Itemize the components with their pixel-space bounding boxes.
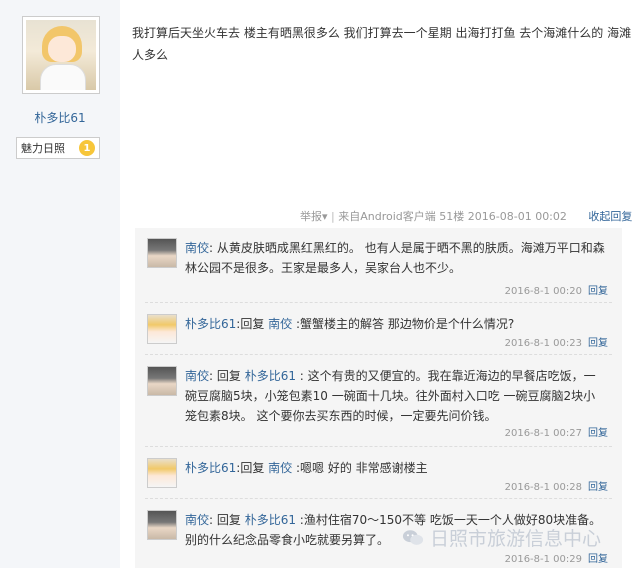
reply-text: 南佼: 从黄皮肤晒成黑红黑红的。 也有人是属于晒不黑的肤质。海滩万平口和森林公园… bbox=[185, 238, 607, 278]
reply-content: :嗯嗯 好的 非常感谢楼主 bbox=[292, 461, 428, 475]
reply-author-link[interactable]: 朴多比61 bbox=[185, 317, 236, 331]
reply-avatar[interactable] bbox=[147, 238, 177, 268]
reply-author-link[interactable]: 南佼 bbox=[185, 369, 209, 383]
reply-avatar[interactable] bbox=[147, 458, 177, 488]
reply-meta: 2016-8-1 00:28 回复 bbox=[505, 478, 608, 493]
reply-target-link[interactable]: 朴多比61 bbox=[245, 369, 296, 383]
reply-prefix: :回复 bbox=[236, 461, 269, 475]
reply-target-link[interactable]: 南佼 bbox=[268, 461, 292, 475]
reply-avatar[interactable] bbox=[147, 314, 177, 344]
reply-avatar[interactable] bbox=[147, 366, 177, 396]
reply-timestamp: 2016-8-1 00:23 bbox=[504, 338, 582, 349]
reply-prefix: :回复 bbox=[236, 317, 269, 331]
reply-text: 朴多比61:回复 南佼 :蟹蟹楼主的解答 那边物价是个什么情况? bbox=[185, 314, 607, 334]
rank-box: 魅力日照 1 bbox=[16, 137, 100, 159]
reply-target-link[interactable]: 朴多比61 bbox=[245, 513, 296, 527]
reply-divider bbox=[145, 354, 612, 355]
wechat-icon bbox=[402, 529, 424, 545]
reply-prefix: : 回复 bbox=[209, 513, 245, 527]
reply-content: :蟹蟹楼主的解答 那边物价是个什么情况? bbox=[292, 317, 515, 331]
avatar-image bbox=[26, 20, 96, 90]
reply-button[interactable]: 回复 bbox=[588, 482, 608, 493]
reply-timestamp: 2016-8-1 00:20 bbox=[504, 286, 582, 297]
reply-button[interactable]: 回复 bbox=[588, 286, 608, 297]
author-username[interactable]: 朴多比61 bbox=[0, 109, 120, 126]
reply-meta: 2016-8-1 00:20 回复 bbox=[505, 282, 608, 297]
reply-prefix: : 回复 bbox=[209, 369, 245, 383]
reply-item: 南佼: 回复 朴多比61 : 这个有贵的又便宜的。我在靠近海边的早餐店吃饭，一碗… bbox=[135, 356, 622, 444]
report-arrow-icon: ▾ bbox=[322, 210, 328, 223]
reply-button[interactable]: 回复 bbox=[588, 428, 608, 439]
post-content: 我打算后天坐火车去 楼主有晒黑很多么 我们打算去一个星期 出海打打鱼 去个海滩什… bbox=[132, 26, 632, 62]
reply-meta: 2016-8-1 00:23 回复 bbox=[505, 334, 608, 349]
reply-button[interactable]: 回复 bbox=[588, 554, 608, 565]
reply-meta: 2016-8-1 00:27 回复 bbox=[505, 424, 608, 439]
reply-divider bbox=[145, 446, 612, 447]
reply-item: 朴多比61:回复 南佼 :嗯嗯 好的 非常感谢楼主 2016-8-1 00:28… bbox=[135, 448, 622, 496]
post-timestamp: 2016-08-01 00:02 bbox=[467, 210, 567, 223]
rank-label: 魅力日照 bbox=[21, 142, 65, 155]
post-meta: 举报▾ | 来自Android客户端 51楼 2016-08-01 00:02 … bbox=[300, 208, 632, 224]
watermark: 日照市旅游信息中心 bbox=[402, 524, 601, 551]
reply-timestamp: 2016-8-1 00:28 bbox=[504, 482, 582, 493]
reply-target-link[interactable]: 南佼 bbox=[268, 317, 292, 331]
author-avatar[interactable] bbox=[22, 16, 100, 94]
reply-author-link[interactable]: 南佼 bbox=[185, 513, 209, 527]
collapse-reply-button[interactable]: 收起回复 bbox=[588, 210, 632, 223]
client-source: 来自Android客户端 bbox=[338, 210, 436, 223]
rank-badge-icon: 1 bbox=[79, 140, 95, 156]
watermark-text: 日照市旅游信息中心 bbox=[430, 528, 602, 550]
reply-text: 朴多比61:回复 南佼 :嗯嗯 好的 非常感谢楼主 bbox=[185, 458, 607, 478]
user-sidebar: 朴多比61 魅力日照 1 bbox=[0, 0, 120, 568]
reply-meta: 2016-8-1 00:29 回复 bbox=[505, 550, 608, 565]
reply-author-link[interactable]: 南佼 bbox=[185, 241, 209, 255]
reply-item: 南佼: 从黄皮肤晒成黑红黑红的。 也有人是属于晒不黑的肤质。海滩万平口和森林公园… bbox=[135, 228, 622, 297]
report-link[interactable]: 举报 bbox=[300, 210, 322, 223]
reply-avatar[interactable] bbox=[147, 510, 177, 540]
reply-text: 南佼: 回复 朴多比61 : 这个有贵的又便宜的。我在靠近海边的早餐店吃饭，一碗… bbox=[185, 366, 607, 426]
reply-divider bbox=[145, 498, 612, 499]
reply-content: : 从黄皮肤晒成黑红黑红的。 也有人是属于晒不黑的肤质。海滩万平口和森林公园不是… bbox=[185, 241, 605, 275]
reply-item: 朴多比61:回复 南佼 :蟹蟹楼主的解答 那边物价是个什么情况? 2016-8-… bbox=[135, 304, 622, 354]
reply-timestamp: 2016-8-1 00:29 bbox=[504, 554, 582, 565]
floor-number: 51楼 bbox=[439, 210, 465, 223]
reply-button[interactable]: 回复 bbox=[588, 338, 608, 349]
reply-author-link[interactable]: 朴多比61 bbox=[185, 461, 236, 475]
reply-timestamp: 2016-8-1 00:27 bbox=[504, 428, 582, 439]
replies-panel: 南佼: 从黄皮肤晒成黑红黑红的。 也有人是属于晒不黑的肤质。海滩万平口和森林公园… bbox=[135, 228, 622, 568]
reply-divider bbox=[145, 302, 612, 303]
